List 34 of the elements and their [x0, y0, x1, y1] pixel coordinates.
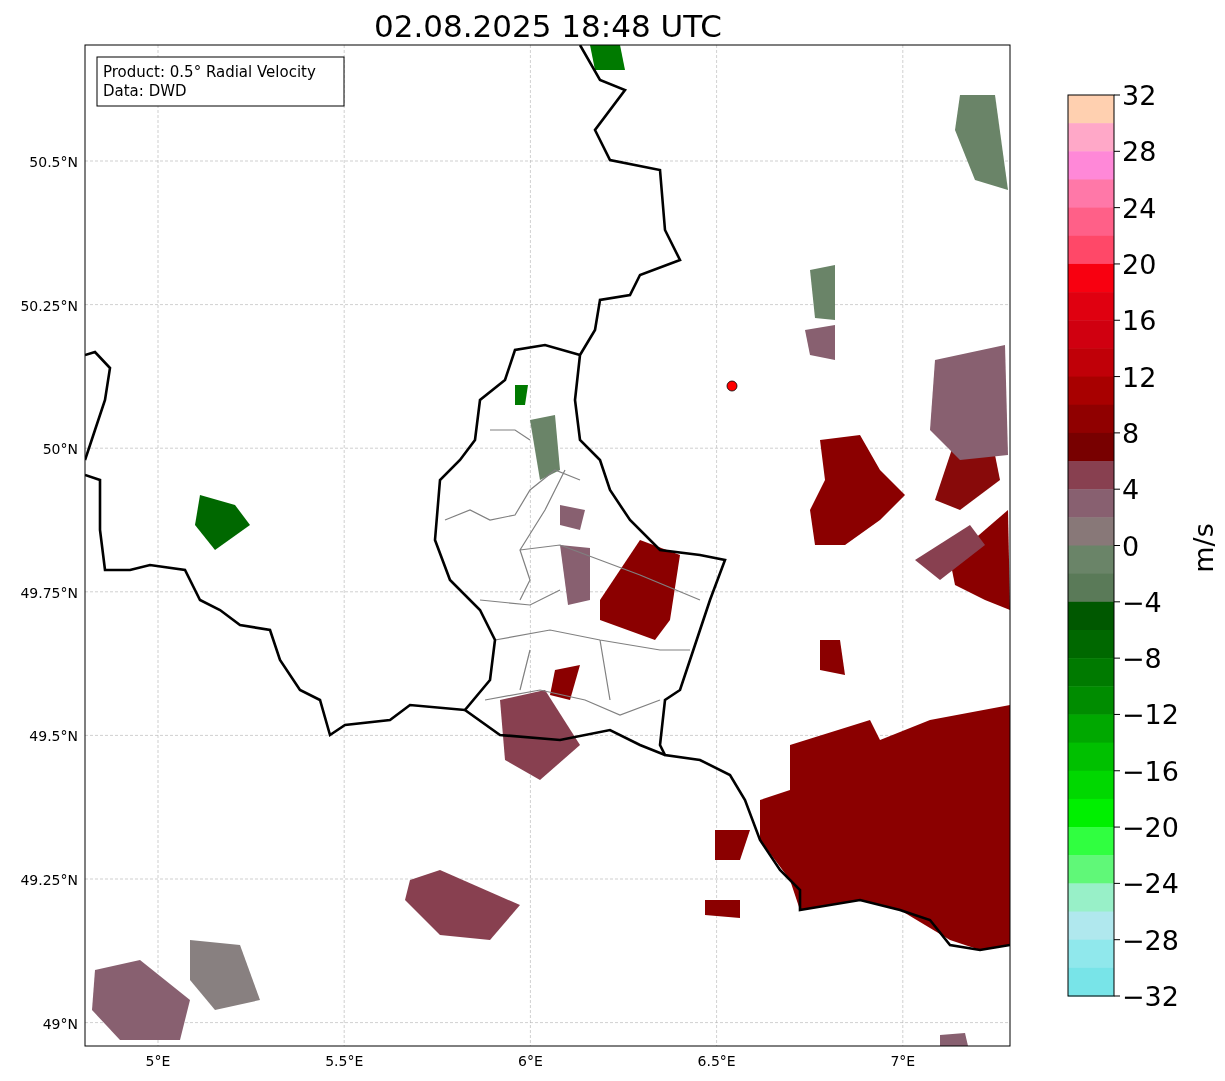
colorbar-tick-label: −4: [1122, 586, 1162, 618]
latitude-label: 49°N: [42, 1015, 78, 1032]
info-text: Data: DWD: [103, 82, 187, 100]
colorbar-tick-label: −20: [1122, 812, 1179, 844]
colorbar-tick-label: 32: [1122, 80, 1157, 111]
longitude-label: 5.5°E: [325, 1053, 364, 1069]
colorbar-tick-label: −28: [1122, 924, 1179, 956]
latitude-label: 50°N: [42, 441, 78, 458]
longitude-label: 5°E: [145, 1053, 171, 1069]
colorbar-tick-label: 20: [1122, 248, 1157, 280]
longitude-label: 6.5°E: [697, 1053, 736, 1069]
radar-site-marker: [726, 380, 738, 392]
colorbar-tick-label: −8: [1122, 643, 1162, 675]
info-text: Product: 0.5° Radial Velocity: [103, 63, 316, 81]
colorbar-tick-label: 8: [1122, 417, 1140, 449]
colorbar-tick-label: −16: [1122, 755, 1179, 787]
colorbar-tick-label: 12: [1122, 361, 1157, 393]
colorbar-label: m/s: [1188, 523, 1219, 573]
colorbar-tick-label: 16: [1122, 305, 1157, 337]
colorbar-tick-label: 28: [1122, 136, 1157, 168]
chart-title: 02.08.2025 18:48 UTC: [374, 8, 722, 44]
latitude-label: 50.5°N: [29, 154, 78, 170]
latitude-label: 49.75°N: [20, 584, 78, 601]
latitude-label: 49.5°N: [29, 728, 78, 745]
latitude-label: 49.25°N: [20, 872, 78, 888]
colorbar-tick-label: −32: [1122, 981, 1179, 1012]
longitude-label: 7°E: [890, 1053, 916, 1069]
longitude-label: 6°E: [518, 1053, 543, 1069]
colorbar-tick-label: 4: [1122, 474, 1140, 506]
colorbar-tick-label: −24: [1122, 868, 1179, 900]
latitude-label: 50.25°N: [20, 297, 78, 314]
colorbar-tick-label: 0: [1122, 530, 1140, 562]
colorbar-tick-label: −12: [1122, 699, 1179, 731]
colorbar-tick-label: 24: [1122, 192, 1157, 224]
